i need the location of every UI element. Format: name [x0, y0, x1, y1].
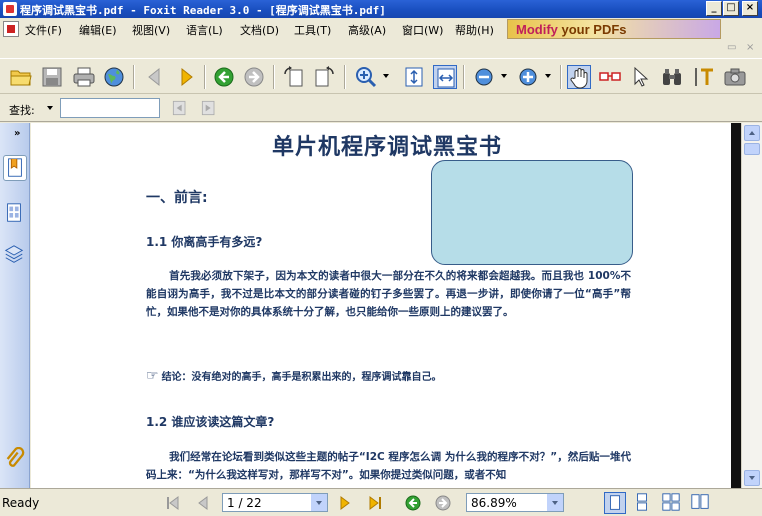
find-previous-icon[interactable]: [170, 98, 190, 118]
open-folder-icon[interactable]: [9, 65, 33, 89]
find-label: 查找:: [9, 104, 35, 117]
expand-panel-icon[interactable]: »: [14, 128, 20, 139]
window-title: 程序调试黑宝书.pdf - Foxit Reader 3.0 - [程序调试黑宝…: [20, 4, 386, 17]
hand-tool-icon[interactable]: [567, 65, 591, 89]
ad-text-modify: Modify: [516, 22, 558, 37]
menu-advanced[interactable]: 高级(A): [348, 22, 386, 38]
page-shadow: [731, 123, 741, 488]
status-forward-icon[interactable]: [434, 494, 452, 512]
conclusion-text: 结论：没有绝对的高手，高手是积累出来的，程序调试靠自己。: [161, 372, 442, 383]
main-toolbar: [0, 58, 762, 94]
scroll-up-arrow-icon[interactable]: [744, 125, 760, 141]
page-number-value: 1 / 22: [227, 496, 262, 510]
text-select-icon[interactable]: [693, 65, 717, 89]
zoom-out-dropdown-icon[interactable]: [501, 74, 507, 78]
close-button[interactable]: ×: [742, 1, 758, 16]
continuous-view-icon[interactable]: [632, 492, 654, 514]
app-icon[interactable]: [3, 2, 17, 16]
subsection-1-1-heading: 1.1 你离高手有多远?: [146, 235, 263, 249]
page-number-field[interactable]: 1 / 22: [222, 493, 328, 512]
paragraph-2: 我们经常在论坛看到类似这些主题的帖子“I2C 程序怎么调 为什么我的程序不对？”…: [146, 451, 631, 481]
bookmarks-icon[interactable]: [3, 155, 27, 181]
menu-view[interactable]: 视图(V): [132, 22, 170, 38]
rotate-right-icon[interactable]: [312, 65, 336, 89]
zoom-out-icon[interactable]: [472, 65, 496, 89]
vertical-scrollbar[interactable]: [741, 123, 762, 488]
title-bar: 程序调试黑宝书.pdf - Foxit Reader 3.0 - [程序调试黑宝…: [0, 0, 762, 18]
find-bar: 查找:: [0, 95, 762, 122]
document-menu-icon[interactable]: [3, 21, 19, 37]
fit-page-icon[interactable]: [402, 65, 426, 89]
status-text: Ready: [2, 496, 40, 510]
select-arrow-icon[interactable]: [628, 65, 652, 89]
find-options-dropdown-icon[interactable]: [47, 106, 53, 110]
next-page-icon[interactable]: [174, 65, 198, 89]
print-icon[interactable]: [72, 65, 96, 89]
zoom-tool-dropdown-icon[interactable]: [383, 74, 389, 78]
continuous-facing-view-icon[interactable]: [690, 492, 712, 514]
conclusion-note: ☞ 结论：没有绝对的高手，高手是积累出来的，程序调试靠自己。: [146, 368, 442, 384]
next-page-status-icon[interactable]: [336, 494, 354, 512]
zoom-level-dropdown-icon[interactable]: [547, 494, 563, 511]
rotate-left-icon[interactable]: [282, 65, 306, 89]
navigation-panel: »: [0, 123, 30, 488]
back-icon[interactable]: [212, 65, 236, 89]
status-bar: Ready 1 / 22 86.89%: [0, 488, 762, 516]
zoom-level-value: 86.89%: [471, 496, 517, 510]
typewriter-glasses-icon[interactable]: [598, 65, 622, 89]
maximize-button[interactable]: □: [723, 1, 739, 16]
pdf-page[interactable]: 单片机程序调试黑宝书 一、前言: 1.1 你离高手有多远? 首先我必须放下架子，…: [43, 123, 731, 488]
single-page-view-icon[interactable]: [604, 492, 626, 514]
find-next-icon[interactable]: [199, 98, 219, 118]
menu-document[interactable]: 文档(D): [240, 22, 279, 38]
menu-help[interactable]: 帮助(H): [455, 22, 494, 38]
last-page-icon[interactable]: [366, 494, 384, 512]
snapshot-camera-icon[interactable]: [723, 65, 747, 89]
previous-page-status-icon[interactable]: [194, 494, 212, 512]
zoom-in-icon[interactable]: [516, 65, 540, 89]
scroll-thumb[interactable]: [744, 143, 760, 155]
forward-icon[interactable]: [242, 65, 266, 89]
subsection-1-2-heading: 1.2 谁应该读这篇文章?: [146, 415, 275, 429]
layers-icon[interactable]: [3, 243, 27, 269]
find-binoculars-icon[interactable]: [660, 65, 684, 89]
globe-icon[interactable]: [102, 65, 126, 89]
status-back-icon[interactable]: [404, 494, 422, 512]
rounded-rectangle-shape: [431, 160, 633, 265]
save-icon[interactable]: [40, 65, 64, 89]
zoom-in-dropdown-icon[interactable]: [545, 74, 551, 78]
minimize-button[interactable]: _: [706, 1, 722, 16]
page-number-dropdown-icon[interactable]: [311, 494, 327, 511]
menu-file[interactable]: 文件(F): [25, 22, 62, 38]
document-title: 单片机程序调试黑宝书: [271, 135, 502, 160]
previous-page-icon[interactable]: [143, 65, 167, 89]
page-thumbnails-icon[interactable]: [3, 201, 27, 227]
menu-language[interactable]: 语言(L): [186, 22, 223, 38]
menu-edit[interactable]: 编辑(E): [79, 22, 117, 38]
menu-tools[interactable]: 工具(T): [294, 22, 331, 38]
find-input[interactable]: [60, 98, 160, 118]
paragraph-1: 首先我必须放下架子，因为本文的读者中很大一部分在不久的将来都会超越我。而且我也 …: [146, 270, 631, 318]
modify-pdf-ad-banner[interactable]: Modify your PDFs: [507, 19, 721, 39]
section-heading: 一、前言:: [146, 190, 208, 206]
zoom-level-field[interactable]: 86.89%: [466, 493, 564, 512]
scroll-down-arrow-icon[interactable]: [744, 470, 760, 486]
ad-text-rest: your PDFs: [557, 22, 627, 37]
facing-view-icon[interactable]: [661, 492, 683, 514]
fit-width-icon[interactable]: [433, 65, 457, 89]
mdi-close-button[interactable]: ×: [746, 42, 754, 53]
attachments-paperclip-icon[interactable]: [3, 446, 27, 473]
menu-window[interactable]: 窗口(W): [402, 22, 443, 38]
pointing-hand-icon: ☞: [146, 368, 159, 384]
zoom-in-tool-icon[interactable]: [354, 65, 378, 89]
first-page-icon[interactable]: [164, 494, 182, 512]
mdi-restore-button[interactable]: ▭: [727, 42, 736, 53]
